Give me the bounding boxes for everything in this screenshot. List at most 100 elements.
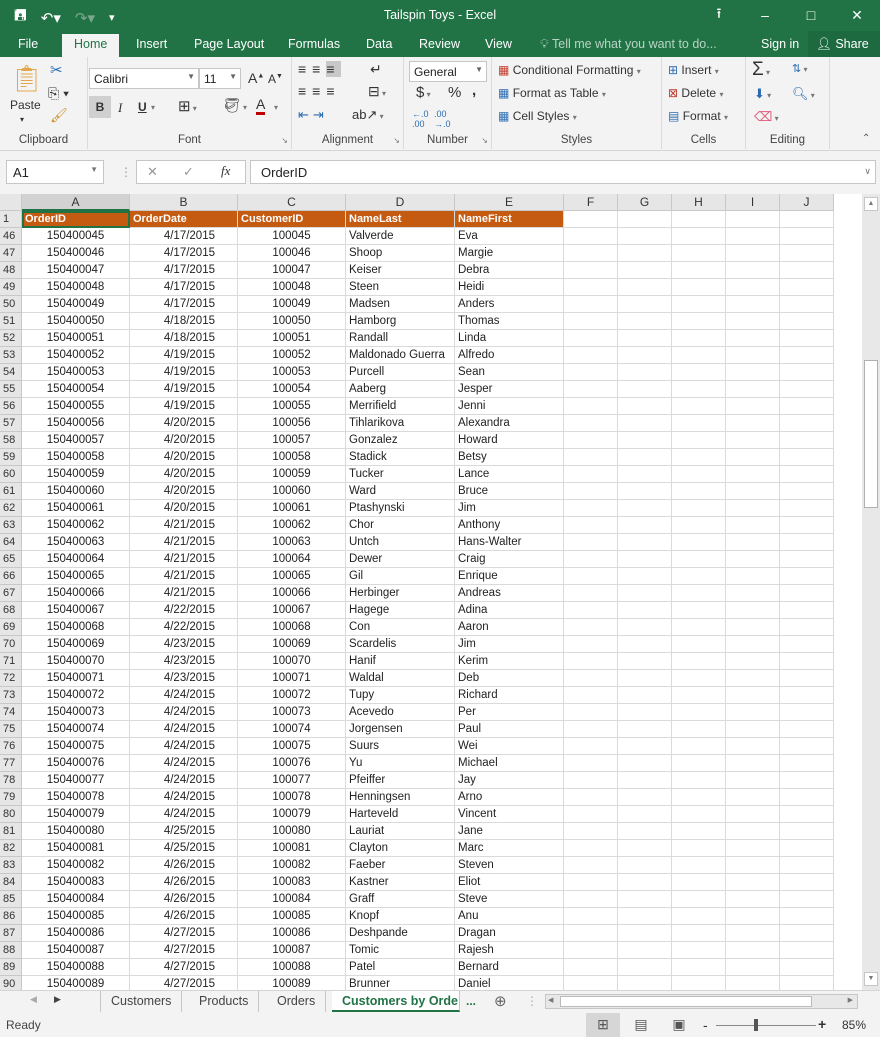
empty-cell[interactable] <box>618 959 672 976</box>
empty-cell[interactable] <box>672 857 726 874</box>
row-header[interactable]: 66 <box>0 568 22 585</box>
header-cell[interactable]: NameFirst <box>455 211 564 228</box>
empty-cell[interactable] <box>780 755 834 772</box>
share-button[interactable]: 👤︎ Share <box>808 31 880 57</box>
order-id-cell[interactable]: 150400055 <box>22 398 130 415</box>
name-last-cell[interactable]: Graff <box>346 891 455 908</box>
empty-cell[interactable] <box>618 857 672 874</box>
empty-cell[interactable] <box>672 738 726 755</box>
empty-cell[interactable] <box>780 653 834 670</box>
zoom-slider-knob[interactable] <box>754 1019 758 1031</box>
decrease-decimal-icon[interactable]: .00 →.0 <box>434 109 451 129</box>
order-date-cell[interactable]: 4/21/2015 <box>130 517 238 534</box>
empty-cell[interactable] <box>780 296 834 313</box>
customer-id-cell[interactable]: 100085 <box>238 908 346 925</box>
row-header[interactable]: 47 <box>0 245 22 262</box>
empty-cell[interactable] <box>618 432 672 449</box>
minimize-icon[interactable]: – <box>742 0 788 30</box>
empty-cell[interactable] <box>726 721 780 738</box>
row-header[interactable]: 52 <box>0 330 22 347</box>
order-id-cell[interactable]: 150400069 <box>22 636 130 653</box>
row-header[interactable]: 58 <box>0 432 22 449</box>
increase-font-icon[interactable]: A▲ <box>248 70 264 86</box>
empty-cell[interactable] <box>564 823 618 840</box>
row-header[interactable]: 67 <box>0 585 22 602</box>
insert-cells-button[interactable]: ⊞ Insert ▾ <box>668 63 719 77</box>
row-header[interactable]: 83 <box>0 857 22 874</box>
row-header[interactable]: 76 <box>0 738 22 755</box>
empty-cell[interactable] <box>726 330 780 347</box>
order-id-cell[interactable]: 150400066 <box>22 585 130 602</box>
next-sheet-icon[interactable]: ▶ <box>54 994 61 1005</box>
order-date-cell[interactable]: 4/24/2015 <box>130 721 238 738</box>
name-first-cell[interactable]: Heidi <box>455 279 564 296</box>
empty-cell[interactable] <box>726 432 780 449</box>
row-header[interactable]: 56 <box>0 398 22 415</box>
scroll-down-icon[interactable]: ▼ <box>864 972 878 986</box>
empty-cell[interactable] <box>618 585 672 602</box>
row-header[interactable]: 88 <box>0 942 22 959</box>
name-first-cell[interactable]: Eva <box>455 228 564 245</box>
empty-cell[interactable] <box>618 789 672 806</box>
empty-cell[interactable] <box>618 823 672 840</box>
name-last-cell[interactable]: Brunner <box>346 976 455 990</box>
paste-button[interactable]: Paste <box>10 98 41 112</box>
close-icon[interactable]: ✕ <box>834 0 880 30</box>
empty-cell[interactable] <box>564 857 618 874</box>
order-id-cell[interactable]: 150400075 <box>22 738 130 755</box>
customer-id-cell[interactable]: 100051 <box>238 330 346 347</box>
name-last-cell[interactable]: Jorgensen <box>346 721 455 738</box>
order-id-cell[interactable]: 150400053 <box>22 364 130 381</box>
name-first-cell[interactable]: Per <box>455 704 564 721</box>
find-select-icon[interactable]: 🔍︎ ▾ <box>792 86 815 102</box>
empty-cell[interactable] <box>618 517 672 534</box>
order-id-cell[interactable]: 150400086 <box>22 925 130 942</box>
tab-view[interactable]: View <box>485 34 512 57</box>
empty-cell[interactable] <box>618 687 672 704</box>
empty-cell[interactable] <box>564 585 618 602</box>
customer-id-cell[interactable]: 100080 <box>238 823 346 840</box>
column-header-g[interactable]: G <box>618 194 672 211</box>
empty-cell[interactable] <box>726 568 780 585</box>
empty-cell[interactable] <box>618 925 672 942</box>
empty-cell[interactable] <box>780 245 834 262</box>
order-date-cell[interactable]: 4/22/2015 <box>130 619 238 636</box>
page-layout-view-icon[interactable]: ▤ <box>624 1013 658 1037</box>
name-first-cell[interactable]: Debra <box>455 262 564 279</box>
empty-cell[interactable] <box>564 738 618 755</box>
empty-cell[interactable] <box>672 823 726 840</box>
empty-cell[interactable] <box>672 925 726 942</box>
empty-cell[interactable] <box>564 279 618 296</box>
order-date-cell[interactable]: 4/17/2015 <box>130 279 238 296</box>
empty-cell[interactable] <box>672 211 726 228</box>
customer-id-cell[interactable]: 100061 <box>238 500 346 517</box>
font-dialog-launcher-icon[interactable]: ↘ <box>281 136 288 145</box>
empty-cell[interactable] <box>726 585 780 602</box>
name-first-cell[interactable]: Adina <box>455 602 564 619</box>
customer-id-cell[interactable]: 100087 <box>238 942 346 959</box>
order-id-cell[interactable]: 150400074 <box>22 721 130 738</box>
empty-cell[interactable] <box>780 483 834 500</box>
empty-cell[interactable] <box>672 364 726 381</box>
empty-cell[interactable] <box>726 211 780 228</box>
name-last-cell[interactable]: Faeber <box>346 857 455 874</box>
tab-split-handle[interactable]: ⋮ <box>526 994 538 1008</box>
empty-cell[interactable] <box>726 891 780 908</box>
empty-cell[interactable] <box>780 347 834 364</box>
name-first-cell[interactable]: Arno <box>455 789 564 806</box>
row-header[interactable]: 50 <box>0 296 22 313</box>
row-header[interactable]: 70 <box>0 636 22 653</box>
customer-id-cell[interactable]: 100068 <box>238 619 346 636</box>
empty-cell[interactable] <box>672 551 726 568</box>
alignment-dialog-launcher-icon[interactable]: ↘ <box>393 136 400 145</box>
empty-cell[interactable] <box>618 381 672 398</box>
empty-cell[interactable] <box>726 925 780 942</box>
empty-cell[interactable] <box>780 772 834 789</box>
order-date-cell[interactable]: 4/24/2015 <box>130 755 238 772</box>
tab-review[interactable]: Review <box>419 34 460 57</box>
empty-cell[interactable] <box>618 670 672 687</box>
empty-cell[interactable] <box>726 840 780 857</box>
name-last-cell[interactable]: Tucker <box>346 466 455 483</box>
indent-icons[interactable]: ⇤⇥ <box>298 107 328 123</box>
worksheet-grid[interactable]: A B C D E F G H I J 1 OrderID OrderDate CustomerID Nam… <box>0 194 862 990</box>
